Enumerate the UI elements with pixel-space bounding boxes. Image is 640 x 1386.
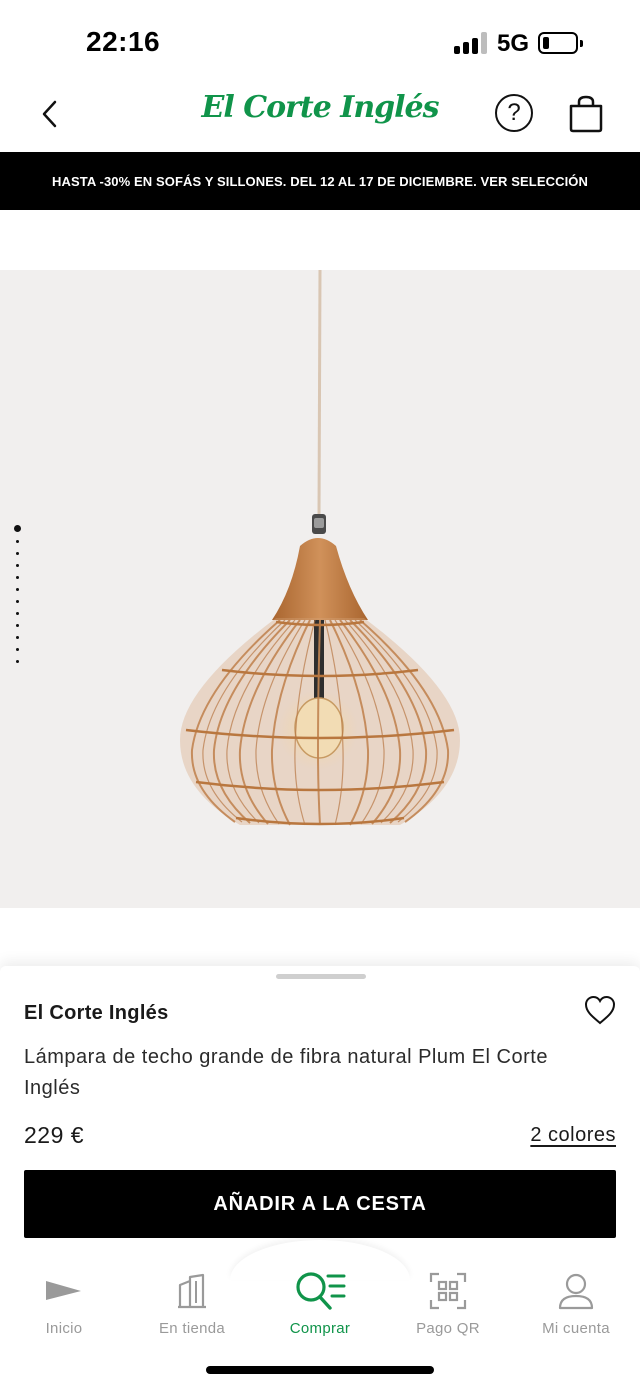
promo-text: HASTA -30% EN SOFÁS Y SILLONES. DEL 12 A… [52,173,588,189]
tab-en-tienda[interactable]: En tienda [128,1270,256,1337]
sheet-drag-handle[interactable] [276,974,366,979]
product-brand[interactable]: El Corte Inglés [24,1002,169,1025]
pendant-lamp-image [180,269,460,826]
qr-code-icon [429,1272,467,1310]
carousel-dot[interactable] [15,540,19,543]
tab-label: En tienda [158,1320,226,1337]
cellular-signal-icon [454,32,488,54]
tab-comprar[interactable]: Comprar [256,1270,384,1337]
carousel-dot[interactable] [15,576,19,579]
battery-fill [543,37,549,49]
carousel-dot[interactable] [15,588,19,591]
tab-inicio[interactable]: Inicio [0,1270,128,1337]
tab-mi-cuenta[interactable]: Mi cuenta [512,1270,640,1337]
carousel-dot[interactable] [15,660,19,663]
colors-link[interactable]: 2 colores [530,1124,616,1147]
inicio-triangle-icon [46,1281,81,1300]
carousel-dot[interactable] [15,624,19,627]
heart-outline-icon [584,995,616,1025]
carousel-dot[interactable] [13,525,21,532]
carousel-dot[interactable] [15,612,19,615]
status-time: 22:16 [86,26,161,57]
cart-button[interactable] [566,94,606,134]
shopping-bag-icon [569,95,603,133]
promo-banner[interactable]: HASTA -30% EN SOFÁS Y SILLONES. DEL 12 A… [0,152,640,210]
question-circle-icon: ? [507,99,521,126]
tab-label: Comprar [289,1320,351,1337]
carousel-dot[interactable] [15,600,19,603]
favorite-button[interactable] [583,994,617,1026]
battery-icon [538,32,583,54]
home-indicator[interactable] [206,1366,434,1374]
help-button[interactable]: ? [495,94,533,132]
tab-pago-qr[interactable]: Pago QR [384,1270,512,1337]
app-header: El Corte Inglés ? [0,84,640,152]
brand-logo[interactable]: El Corte Inglés [0,90,640,125]
carousel-dot[interactable] [15,552,19,555]
product-image[interactable] [0,269,640,908]
tab-label: Pago QR [416,1320,480,1337]
user-account-icon [558,1273,594,1310]
status-bar: 22:16 5G [0,0,640,84]
search-list-icon [296,1272,346,1310]
product-price: 229 € [24,1122,85,1148]
carousel-dot[interactable] [15,636,19,639]
add-to-cart-button[interactable]: AÑADIR A LA CESTA [24,1170,616,1238]
tab-label: Mi cuenta [542,1320,610,1337]
tab-label: Inicio [45,1320,83,1337]
carousel-dot[interactable] [15,564,19,567]
carousel-dot[interactable] [15,648,19,651]
store-building-icon [178,1273,206,1309]
carousel-indicator[interactable] [13,525,21,672]
network-type: 5G [497,30,530,57]
product-title: Lámpara de techo grande de fibra natural… [24,1046,548,1099]
